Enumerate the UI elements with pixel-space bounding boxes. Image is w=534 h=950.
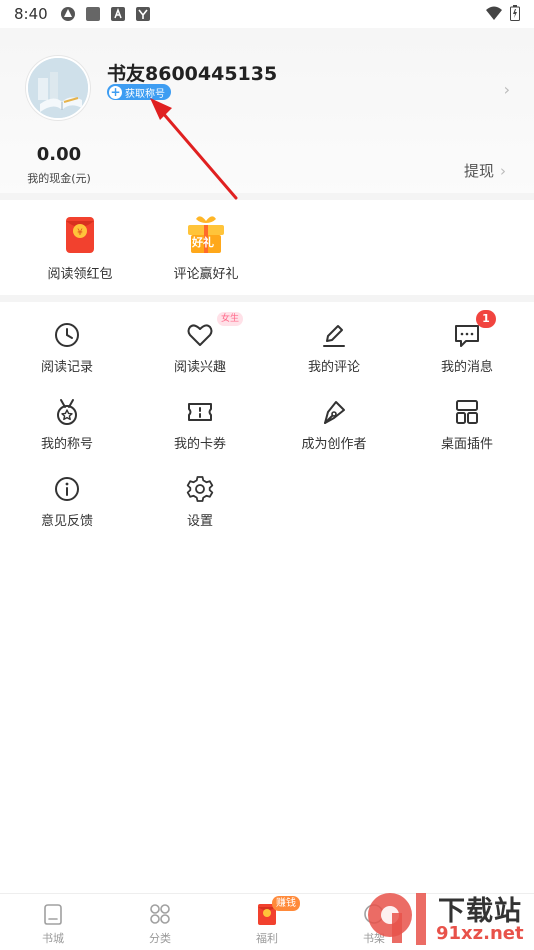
menu-label: 意见反馈	[40, 514, 93, 529]
menu-become-creator[interactable]: 成为创作者	[284, 397, 384, 452]
menu-my-titles[interactable]: 我的称号	[17, 397, 117, 452]
profile-header[interactable]: 书友8600445135 + 获取称号 › 0.00 我的现金(元) 提现 ›	[0, 28, 534, 198]
menu-my-comments[interactable]: 我的评论	[284, 320, 384, 375]
tab-label: 福利	[256, 932, 278, 945]
withdraw-button[interactable]: 提现 ›	[464, 160, 506, 181]
message-count-badge: 1	[476, 310, 496, 328]
book-avatar-icon	[28, 58, 88, 118]
a-notification-icon	[110, 7, 125, 21]
tab-label: 书城	[42, 932, 64, 945]
tab-welfare[interactable]: 赚钱 福利	[227, 896, 307, 946]
coupon-icon	[185, 397, 215, 427]
gear-icon	[185, 474, 215, 504]
menu-desktop-widget[interactable]: 桌面插件	[417, 397, 517, 452]
plus-icon: +	[109, 84, 122, 99]
section-divider	[0, 193, 534, 200]
wifi-icon	[486, 6, 502, 20]
message-icon: 1	[452, 310, 496, 350]
heart-icon: 女生	[185, 312, 243, 350]
svg-text:¥: ¥	[77, 228, 83, 238]
cash-value[interactable]: 0.00	[28, 144, 90, 165]
menu-label: 设置	[186, 514, 213, 529]
tab-label: 书架	[363, 932, 385, 945]
promo-read-red-envelope[interactable]: ¥ 阅读领红包	[32, 205, 128, 282]
tab-label: 分类	[149, 932, 171, 945]
tab-bookshelf[interactable]: 书架	[334, 902, 414, 946]
bottom-tab-bar: 书城 分类 赚钱 福利 书架	[0, 893, 534, 950]
widget-icon	[452, 397, 482, 427]
menu-reading-history[interactable]: 阅读记录	[17, 320, 117, 375]
interest-tag-badge: 女生	[216, 312, 243, 326]
username[interactable]: 书友8600445135	[107, 59, 277, 86]
square-notification-icon	[85, 7, 100, 21]
promo-label: 评论赢好礼	[173, 267, 239, 282]
clock-icon	[52, 320, 82, 350]
tab-category[interactable]: 分类	[120, 902, 200, 946]
menu-feedback[interactable]: 意见反馈	[17, 474, 117, 529]
status-bar: 8:40	[0, 0, 534, 28]
red-envelope-icon: 赚钱	[255, 896, 300, 926]
y-notification-icon	[135, 7, 150, 21]
menu-label: 阅读兴趣	[173, 360, 226, 375]
menu-settings[interactable]: 设置	[150, 474, 250, 529]
get-title-button[interactable]: + 获取称号	[107, 84, 171, 100]
category-icon	[148, 902, 172, 926]
menu-label: 我的评论	[307, 360, 360, 375]
red-envelope-icon: ¥	[56, 213, 104, 257]
battery-icon	[510, 5, 520, 21]
section-divider	[0, 295, 534, 302]
status-time: 8:40	[14, 5, 48, 23]
menu-my-coupons[interactable]: 我的卡券	[150, 397, 250, 452]
withdraw-label: 提现	[463, 162, 494, 180]
avatar[interactable]	[26, 56, 90, 120]
pencil-icon	[319, 320, 349, 350]
menu-label: 成为创作者	[301, 437, 367, 452]
earn-money-badge: 赚钱	[272, 896, 300, 911]
menu-label: 桌面插件	[440, 437, 493, 452]
menu-my-messages[interactable]: 1 我的消息	[417, 310, 517, 375]
home-icon	[41, 902, 65, 926]
medal-icon	[52, 397, 82, 427]
menu-reading-interest[interactable]: 女生 阅读兴趣	[150, 312, 250, 375]
bookshelf-icon	[362, 902, 386, 926]
promo-comment-gift[interactable]: 好礼 评论赢好礼	[158, 205, 254, 282]
menu-label: 我的卡券	[173, 437, 226, 452]
app-notification-icon	[60, 7, 75, 21]
promo-row: ¥ 阅读领红包 好礼 评论赢好礼	[0, 205, 534, 295]
menu-label: 我的消息	[440, 360, 493, 375]
chevron-right-icon[interactable]: ›	[504, 80, 510, 99]
tab-bookstore[interactable]: 书城	[13, 902, 93, 946]
menu-label: 阅读记录	[40, 360, 93, 375]
gift-icon-text: 好礼	[192, 236, 214, 249]
chevron-right-icon: ›	[500, 162, 506, 180]
pen-nib-icon	[319, 397, 349, 427]
info-icon	[52, 474, 82, 504]
get-title-label: 获取称号	[125, 88, 165, 100]
gift-box-icon: 好礼	[182, 213, 230, 257]
menu-label: 我的称号	[40, 437, 93, 452]
promo-label: 阅读领红包	[47, 267, 113, 282]
cash-label: 我的现金(元)	[27, 172, 91, 185]
